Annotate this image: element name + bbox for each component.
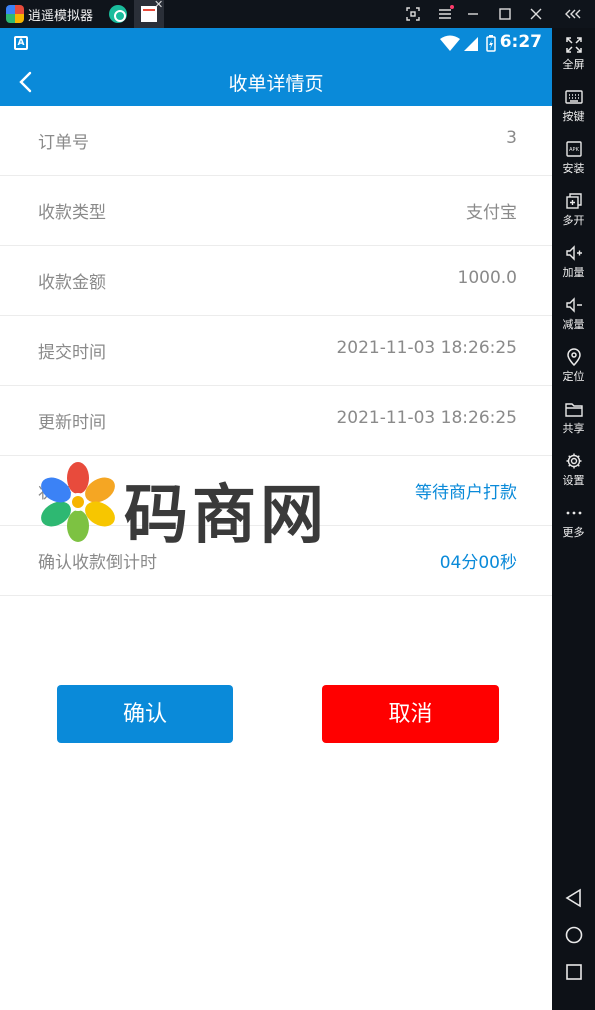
sidebar-item-volume-down[interactable]: 减量 <box>552 296 595 332</box>
detail-value: 1000.0 <box>457 268 517 288</box>
minimize-icon[interactable] <box>462 3 484 25</box>
folder-icon <box>564 403 583 417</box>
sidebar-label: 设置 <box>562 474 585 487</box>
location-pin-icon <box>566 348 581 366</box>
multi-open-icon <box>565 193 582 209</box>
sidebar-label: 安装 <box>562 162 585 175</box>
detail-label: 更新时间 <box>38 413 106 433</box>
detail-row-submit-time: 提交时间 2021-11-03 18:26:25 <box>0 316 552 386</box>
sidebar-label: 多开 <box>562 214 585 227</box>
sidebar-item-volume-up[interactable]: 加量 <box>552 244 595 280</box>
watermark: 码商网 <box>38 462 338 553</box>
apk-install-icon: APK <box>565 141 582 157</box>
svg-text:APK: APK <box>569 147 579 153</box>
nav-home-icon[interactable] <box>564 925 584 945</box>
sidebar-item-location[interactable]: 定位 <box>552 348 595 384</box>
sidebar-item-share[interactable]: 共享 <box>552 400 595 436</box>
fullscreen-icon <box>565 37 582 53</box>
sidebar-label: 减量 <box>562 318 585 331</box>
page-title: 收单详情页 <box>228 73 324 95</box>
screenshot-crop-icon[interactable] <box>402 3 424 25</box>
cancel-button[interactable]: 取消 <box>322 685 499 743</box>
sidebar-item-multi[interactable]: 多开 <box>552 192 595 228</box>
detail-row-order-number: 订单号 3 <box>0 106 552 176</box>
sidebar-label: 定位 <box>562 370 585 383</box>
nav-back-icon[interactable] <box>564 888 584 908</box>
emulator-titlebar: 逍遥模拟器 ✕ <box>0 0 595 28</box>
gear-icon <box>566 453 581 469</box>
sidebar-item-install[interactable]: APK 安装 <box>552 140 595 176</box>
sidebar-item-more[interactable]: 更多 <box>552 504 595 540</box>
phone-screen: A 6:27 收单详情页 订单号 3 收款类型 支付宝 收款金额 1000.0 <box>0 28 552 1010</box>
close-icon[interactable] <box>525 3 547 25</box>
detail-row-payment-type: 收款类型 支付宝 <box>0 176 552 246</box>
detail-row-update-time: 更新时间 2021-11-03 18:26:25 <box>0 386 552 456</box>
volume-down-icon <box>565 297 582 313</box>
sidebar-item-fullscreen[interactable]: 全屏 <box>552 36 595 72</box>
app-tab-icon[interactable] <box>109 5 127 23</box>
confirm-button[interactable]: 确认 <box>57 685 233 743</box>
detail-row-amount: 收款金额 1000.0 <box>0 246 552 316</box>
detail-value: 3 <box>506 128 517 148</box>
volume-up-icon <box>565 245 582 261</box>
countdown-value: 04分00秒 <box>439 553 517 573</box>
detail-label: 提交时间 <box>38 343 106 363</box>
detail-value: 2021-11-03 18:26:25 <box>336 338 517 358</box>
watermark-flower-logo-icon <box>41 462 115 542</box>
keyboard-icon <box>564 90 583 104</box>
status-value: 等待商户打款 <box>415 483 517 503</box>
notification-app-icon: A <box>14 36 28 50</box>
app-header: 收单详情页 <box>0 58 552 106</box>
sidebar-item-keyboard[interactable]: 按键 <box>552 88 595 124</box>
android-statusbar: A 6:27 <box>0 28 552 58</box>
sidebar-label: 按键 <box>562 110 585 123</box>
detail-label: 订单号 <box>38 133 89 153</box>
more-dots-icon <box>566 511 581 515</box>
sidebar-label: 更多 <box>562 526 585 539</box>
watermark-text: 码商网 <box>124 479 328 553</box>
collapse-sidebar-icon[interactable] <box>562 3 584 25</box>
menu-icon[interactable] <box>434 3 456 25</box>
sidebar-label: 全屏 <box>562 58 585 71</box>
detail-label: 收款类型 <box>38 203 106 223</box>
emulator-sidebar: 全屏 按键 APK 安装 多开 加量 减量 定位 共享 设置 更多 <box>552 28 595 1010</box>
sidebar-label: 共享 <box>562 422 585 435</box>
detail-label: 收款金额 <box>38 273 106 293</box>
nav-recents-icon[interactable] <box>564 962 584 982</box>
tab-close-icon[interactable]: ✕ <box>154 0 163 11</box>
emulator-title: 逍遥模拟器 <box>28 9 94 24</box>
sidebar-item-settings[interactable]: 设置 <box>552 452 595 488</box>
maximize-icon[interactable] <box>494 3 516 25</box>
sidebar-label: 加量 <box>562 266 585 279</box>
emulator-logo-icon <box>6 5 24 23</box>
detail-value: 支付宝 <box>466 203 517 223</box>
status-time: 6:27 <box>499 32 542 52</box>
detail-value: 2021-11-03 18:26:25 <box>336 408 517 428</box>
